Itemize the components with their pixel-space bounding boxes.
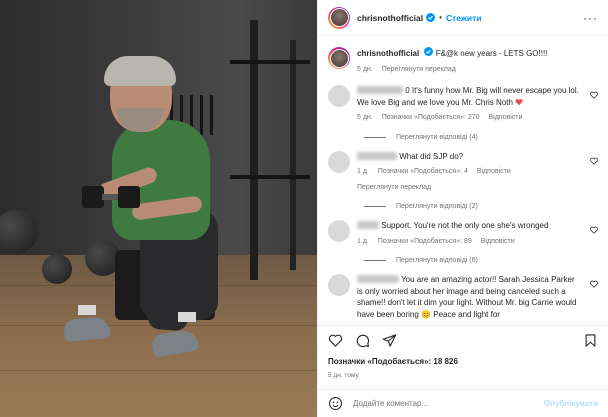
avatar[interactable] [328,220,350,242]
reply-button[interactable]: Відповісти [481,236,515,248]
heart-emoji-icon [515,98,523,105]
post-dialog: chrisnothofficial • Стежити ··· chrisnot… [0,0,608,417]
sneaker [63,316,111,342]
avatar[interactable] [328,85,350,107]
heart-icon[interactable] [590,91,598,99]
avatar[interactable] [328,6,350,29]
caption: chrisnothofficial F&@k new years - LETS … [328,47,598,75]
view-replies-label: Переглянути відповіді (6) [396,257,478,264]
heart-icon[interactable] [328,333,343,348]
username-link[interactable]: chrisnothofficial [357,13,423,23]
reply-button[interactable]: Відповісти [477,166,511,178]
verified-icon [424,47,434,56]
follow-button[interactable]: Стежити [446,13,482,23]
view-replies-button[interactable]: Переглянути відповіді (6) [364,257,598,264]
view-replies-label: Переглянути відповіді (4) [396,133,478,141]
separator-dot: • [439,13,442,22]
heart-icon[interactable] [590,280,598,288]
caption-username[interactable]: chrisnothofficial [357,49,419,58]
avatar[interactable] [328,150,350,173]
rack-bar [230,60,310,64]
comment-item: You are an amazing actor!! Sarah Jessica… [328,274,598,320]
comment-likes[interactable]: Позначки «Подобається»: 89 [378,236,472,248]
comment-list[interactable]: chrisnothofficial F&@k new years - LETS … [318,37,608,320]
translate-link[interactable]: Переглянути переклад [382,64,456,76]
comment-item: What did SJP do? 1 д. Позначки «Подобаєт… [328,150,598,194]
caption-text: F&@k new years - LETS GO!!!! [435,49,548,58]
comment-item: Support. You're not the only one she's w… [328,220,598,247]
blurred-username [357,86,403,94]
heart-icon[interactable] [590,157,598,165]
action-bar [318,325,608,355]
dumbbell [82,186,140,208]
comment-time[interactable]: 5 дн. [357,112,373,124]
bookmark-icon[interactable] [583,333,598,348]
blurred-username [357,151,397,160]
avatar[interactable] [328,47,350,69]
medicine-ball [42,254,72,284]
rack-bar [230,175,310,179]
post-sidebar: chrisnothofficial • Стежити ··· chrisnot… [317,0,608,417]
view-replies-button[interactable]: Переглянути відповіді (2) [364,203,598,210]
comment-icon[interactable] [355,333,370,348]
squat-rack [250,20,258,280]
emoji-icon[interactable] [328,396,343,411]
avatar[interactable] [328,274,350,296]
publish-button[interactable]: Опублікувати [544,399,598,408]
comment-input[interactable] [353,399,544,408]
translate-link[interactable]: Переглянути переклад [357,182,582,194]
comment-item: 0 It's funny how Mr. Big will never esca… [328,85,598,124]
post-time[interactable]: 5 дн. тому [328,372,359,379]
share-icon[interactable] [382,333,397,348]
comment-likes[interactable]: Позначки «Подобається»: 270 [382,112,480,124]
view-replies-button[interactable]: Переглянути відповіді (4) [364,134,598,141]
comment-time[interactable]: 1 д. [357,166,369,178]
view-replies-label: Переглянути відповіді (2) [396,203,478,210]
comment-text: What did SJP do? [399,151,464,161]
caption-time[interactable]: 5 дн. [357,64,373,76]
add-comment-bar: Опублікувати [318,389,608,417]
sock [178,312,196,322]
likes-count[interactable]: Позначки «Подобається»: 18 826 [328,357,458,366]
verified-icon [426,13,436,22]
comment-time[interactable]: 1 д. [357,236,369,248]
comment-text: Support. You're not the only one she's w… [381,221,549,230]
reply-button[interactable]: Відповісти [489,112,523,124]
blurred-username [357,275,399,283]
squat-rack-post [290,40,296,270]
heart-icon[interactable] [590,226,598,234]
sock [78,305,96,315]
more-icon[interactable]: ··· [583,11,598,25]
post-photo [0,0,317,417]
post-header: chrisnothofficial • Стежити ··· [318,0,608,36]
blurred-username [357,221,379,229]
person-hair [104,56,176,86]
comment-likes[interactable]: Позначки «Подобається»: 4 [378,166,468,178]
